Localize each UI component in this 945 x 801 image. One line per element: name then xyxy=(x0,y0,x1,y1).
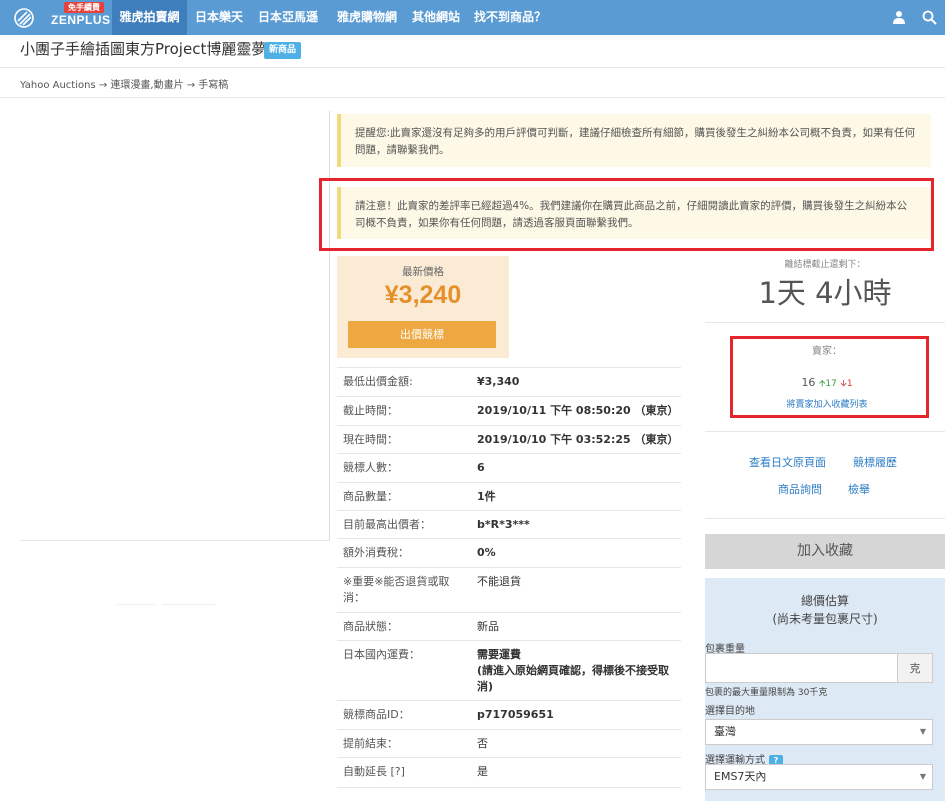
detail-key: 目前最高出價者： xyxy=(343,518,431,531)
low-rating-notice: 提醒您:此賣家還沒有足夠多的用戶評價可判斷，建議仔細檢查所有細節，購買後發生之糾… xyxy=(337,114,931,167)
detail-row: 競標商品ID： p717059651 xyxy=(337,700,681,729)
detail-value: 需要運費 (請進入原始網頁確認，得標後不接受取消) xyxy=(477,647,677,695)
search-icon[interactable] xyxy=(922,10,937,25)
time-remaining: 1天 4小時 xyxy=(758,276,892,310)
report-link[interactable]: 檢舉 xyxy=(848,481,870,497)
weight-unit: 克 xyxy=(898,653,933,683)
detail-row: 截止時間： 2019/10/11 下午 08:50:20 （東京） xyxy=(337,396,681,425)
detail-key: 日本國內運費： xyxy=(343,648,420,661)
total-estimate-panel: 總價估算 (尚未考量包裹尺寸) 包裹重量 克 包裹的最大重量限制為 30千克 選… xyxy=(705,578,945,801)
detail-row: 日本國內運費： 需要運費 (請進入原始網頁確認，得標後不接受取消) xyxy=(337,640,681,700)
user-icon[interactable] xyxy=(892,10,906,24)
add-seller-favorite-link[interactable]: 將賣家加入收藏列表 xyxy=(735,397,919,410)
detail-value: 是 xyxy=(477,765,488,778)
current-price: ¥3,240 xyxy=(384,281,462,309)
detail-value: 6 xyxy=(477,461,485,474)
detail-value: 2019/10/11 下午 08:50:20 （東京） xyxy=(477,404,679,417)
detail-key: 商品數量： xyxy=(343,490,398,503)
bid-button[interactable]: 出價競標 xyxy=(348,321,496,348)
shipping-method-value: EMS7天內 xyxy=(714,770,767,783)
detail-row: 競標人數： 6 xyxy=(337,453,681,482)
bid-history-link[interactable]: 競標履歷 xyxy=(853,454,897,470)
detail-key: 現在時間： xyxy=(343,433,398,446)
detail-key: ※重要※能否退貨或取消： xyxy=(343,575,450,604)
detail-key: 商品狀態： xyxy=(343,620,398,633)
divider xyxy=(0,97,945,98)
weight-limit-note: 包裹的最大重量限制為 30千克 xyxy=(705,688,828,698)
new-item-badge: 新商品 xyxy=(264,42,302,59)
detail-row: 現在時間： 2019/10/10 下午 03:52:25 （東京） xyxy=(337,425,681,453)
price-box: 最新價格 ¥3,240 出價競標 xyxy=(337,256,509,358)
zenplus-logo-icon[interactable] xyxy=(14,8,34,28)
negative-rate-notice: 請注意！此賣家的差評率已經超過4%。我們建議你在購買此商品之前，仔細閱讀此賣家的… xyxy=(337,187,931,239)
detail-key: 截止時間： xyxy=(343,404,398,417)
page-title: 小團子手繪插圖東方Project博麗靈夢 xyxy=(20,40,267,58)
divider xyxy=(0,67,945,68)
detail-key: 提前結束： xyxy=(343,737,398,750)
detail-value: b*R*3*** xyxy=(477,518,530,531)
nav-amazon-jp[interactable]: 日本亞馬遜 xyxy=(253,0,323,35)
caret-down-icon: ▼ xyxy=(919,727,926,736)
shipping-required: 需要運費 xyxy=(477,648,521,661)
detail-row: 商品數量： 1件 xyxy=(337,482,681,510)
divider xyxy=(705,431,945,432)
add-favorite-button[interactable]: 加入收藏 xyxy=(705,534,945,569)
shipping-method-select[interactable]: EMS7天內 ▼ xyxy=(705,764,933,790)
detail-key[interactable]: 自動延長 [?] xyxy=(343,764,468,780)
product-image-area[interactable] xyxy=(20,111,330,541)
detail-row: 額外消費稅： 0% xyxy=(337,538,681,567)
detail-value: 否 xyxy=(477,737,488,750)
detail-key: 額外消費稅： xyxy=(343,546,409,559)
seller-rating[interactable]: 16 🡩17 🡫1 xyxy=(735,376,919,392)
logo-text[interactable]: ZENPLUS xyxy=(51,13,111,27)
estimate-subtitle: (尚未考量包裹尺寸) xyxy=(772,612,878,626)
detail-row: 最低出價金額: ¥3,340 xyxy=(337,367,681,396)
detail-value: 2019/10/10 下午 03:52:25 （東京） xyxy=(477,433,679,446)
price-label: 最新價格 xyxy=(402,266,444,278)
caret-down-icon: ▼ xyxy=(919,772,926,781)
positive-count: 17 xyxy=(825,379,837,389)
detail-value: 不能退貨 xyxy=(477,575,521,588)
free-fee-badge: 免手續費 xyxy=(64,2,104,13)
divider xyxy=(337,787,681,788)
divider xyxy=(705,518,945,519)
detail-key: 競標人數： xyxy=(343,461,398,474)
weight-input[interactable] xyxy=(705,653,898,683)
nav-rakuten[interactable]: 日本樂天 xyxy=(190,0,248,35)
time-remaining-label: 離結標截止還剩下： xyxy=(784,260,866,270)
nav-yahoo-auction[interactable]: 雅虎拍賣網 xyxy=(112,0,187,35)
detail-row: 自動延長 [?] 是 xyxy=(337,757,681,787)
negative-count: 1 xyxy=(846,379,853,389)
breadcrumb[interactable]: Yahoo Auctions → 連環漫畫,動畫片 → 手寫稿 xyxy=(20,76,228,91)
detail-row: 目前最高出價者： b*R*3*** xyxy=(337,510,681,538)
detail-value: 新品 xyxy=(477,620,499,633)
detail-row: 提前結束： 否 xyxy=(337,729,681,757)
nav-not-found[interactable]: 找不到商品？ xyxy=(472,0,548,35)
seller-label: 賣家： xyxy=(812,346,842,357)
thumbnail[interactable] xyxy=(162,604,215,605)
destination-value: 臺灣 xyxy=(714,725,736,738)
nav-other-sites[interactable]: 其他網站 xyxy=(408,0,464,35)
destination-select[interactable]: 臺灣 ▼ xyxy=(705,719,933,745)
thumbnail[interactable] xyxy=(117,604,155,605)
top-nav: 免手續費 ZENPLUS 雅虎拍賣網 日本樂天 日本亞馬遜 雅虎購物網 其他網站… xyxy=(0,0,945,35)
divider xyxy=(705,322,945,323)
notice-text: 請注意！此賣家的差評率已經超過4%。我們建議你在購買此商品之前，仔細閱讀此賣家的… xyxy=(355,200,908,229)
detail-key: 競標商品ID： xyxy=(343,708,410,721)
detail-row: 商品狀態： 新品 xyxy=(337,612,681,640)
destination-label: 選擇目的地 xyxy=(705,706,755,717)
nav-yahoo-shopping[interactable]: 雅虎購物網 xyxy=(331,0,403,35)
detail-value: p717059651 xyxy=(477,708,554,721)
estimate-title: 總價估算 xyxy=(800,594,849,608)
detail-value: ¥3,340 xyxy=(477,375,520,388)
shipping-note: (請進入原始網頁確認，得標後不接受取消) xyxy=(477,664,670,693)
notice-text: 提醒您:此賣家還沒有足夠多的用戶評價可判斷，建議仔細檢查所有細節，購買後發生之糾… xyxy=(355,127,916,156)
seller-score: 16 xyxy=(801,376,816,389)
product-inquiry-link[interactable]: 商品詢問 xyxy=(778,481,822,497)
detail-value: 0% xyxy=(477,546,496,559)
view-original-link[interactable]: 查看日文原頁面 xyxy=(749,454,826,470)
detail-value: 1件 xyxy=(477,490,496,503)
detail-row: ※重要※能否退貨或取消： 不能退貨 xyxy=(337,567,681,612)
detail-key: 最低出價金額: xyxy=(343,375,413,388)
